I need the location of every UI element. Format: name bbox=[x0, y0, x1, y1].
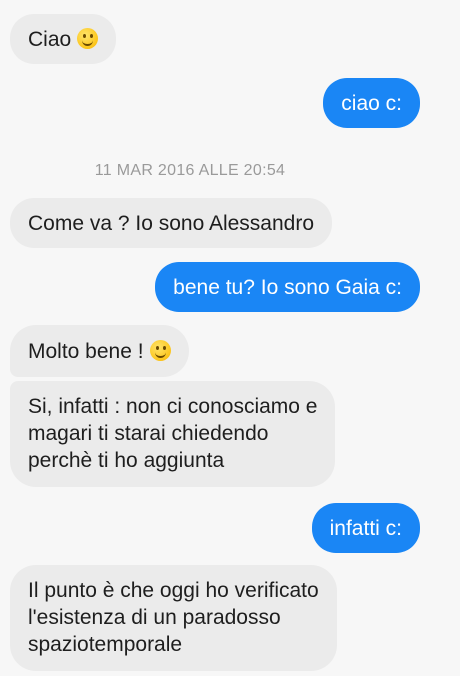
message-text-line: Si, infatti : non ci conosciamo e bbox=[28, 395, 318, 418]
message-timestamp: 11 MAR 2016 ALLE 20:54 bbox=[94, 162, 286, 179]
message-text-line: spaziotemporale bbox=[28, 633, 183, 656]
message-text-line: Il punto è che oggi ho verificato bbox=[28, 579, 319, 602]
message-bubble-outgoing[interactable]: infatti c: bbox=[311, 503, 420, 553]
message-bubble-incoming[interactable]: Il punto è che oggi ho verificato l'esis… bbox=[10, 565, 337, 671]
message-text-line: magari ti starai chiedendo bbox=[28, 422, 269, 445]
message-bubble-incoming[interactable]: Molto bene ! bbox=[10, 325, 189, 377]
message-text: Molto bene ! bbox=[28, 340, 144, 363]
message-text: bene tu? Io sono Gaia c: bbox=[173, 276, 402, 299]
message-bubble-incoming[interactable]: Come va ? Io sono Alessandro bbox=[10, 198, 333, 248]
message-bubble-incoming[interactable]: Ciao bbox=[10, 14, 117, 64]
message-bubble-incoming[interactable]: Si, infatti : non ci conosciamo e magari… bbox=[10, 381, 336, 487]
smiley-emoji-icon bbox=[77, 28, 99, 49]
message-text-line: l'esistenza di un paradosso bbox=[28, 606, 281, 629]
message-text: Ciao bbox=[28, 28, 72, 51]
message-text: ciao c: bbox=[341, 92, 402, 115]
message-text: Come va ? Io sono Alessandro bbox=[28, 212, 315, 235]
message-text-line: perchè ti ho aggiunta bbox=[28, 449, 225, 472]
smiley-emoji-icon bbox=[149, 340, 171, 361]
message-bubble-outgoing[interactable]: ciao c: bbox=[323, 78, 420, 128]
message-text: infatti c: bbox=[329, 517, 402, 540]
message-bubble-outgoing[interactable]: bene tu? Io sono Gaia c: bbox=[155, 262, 420, 312]
